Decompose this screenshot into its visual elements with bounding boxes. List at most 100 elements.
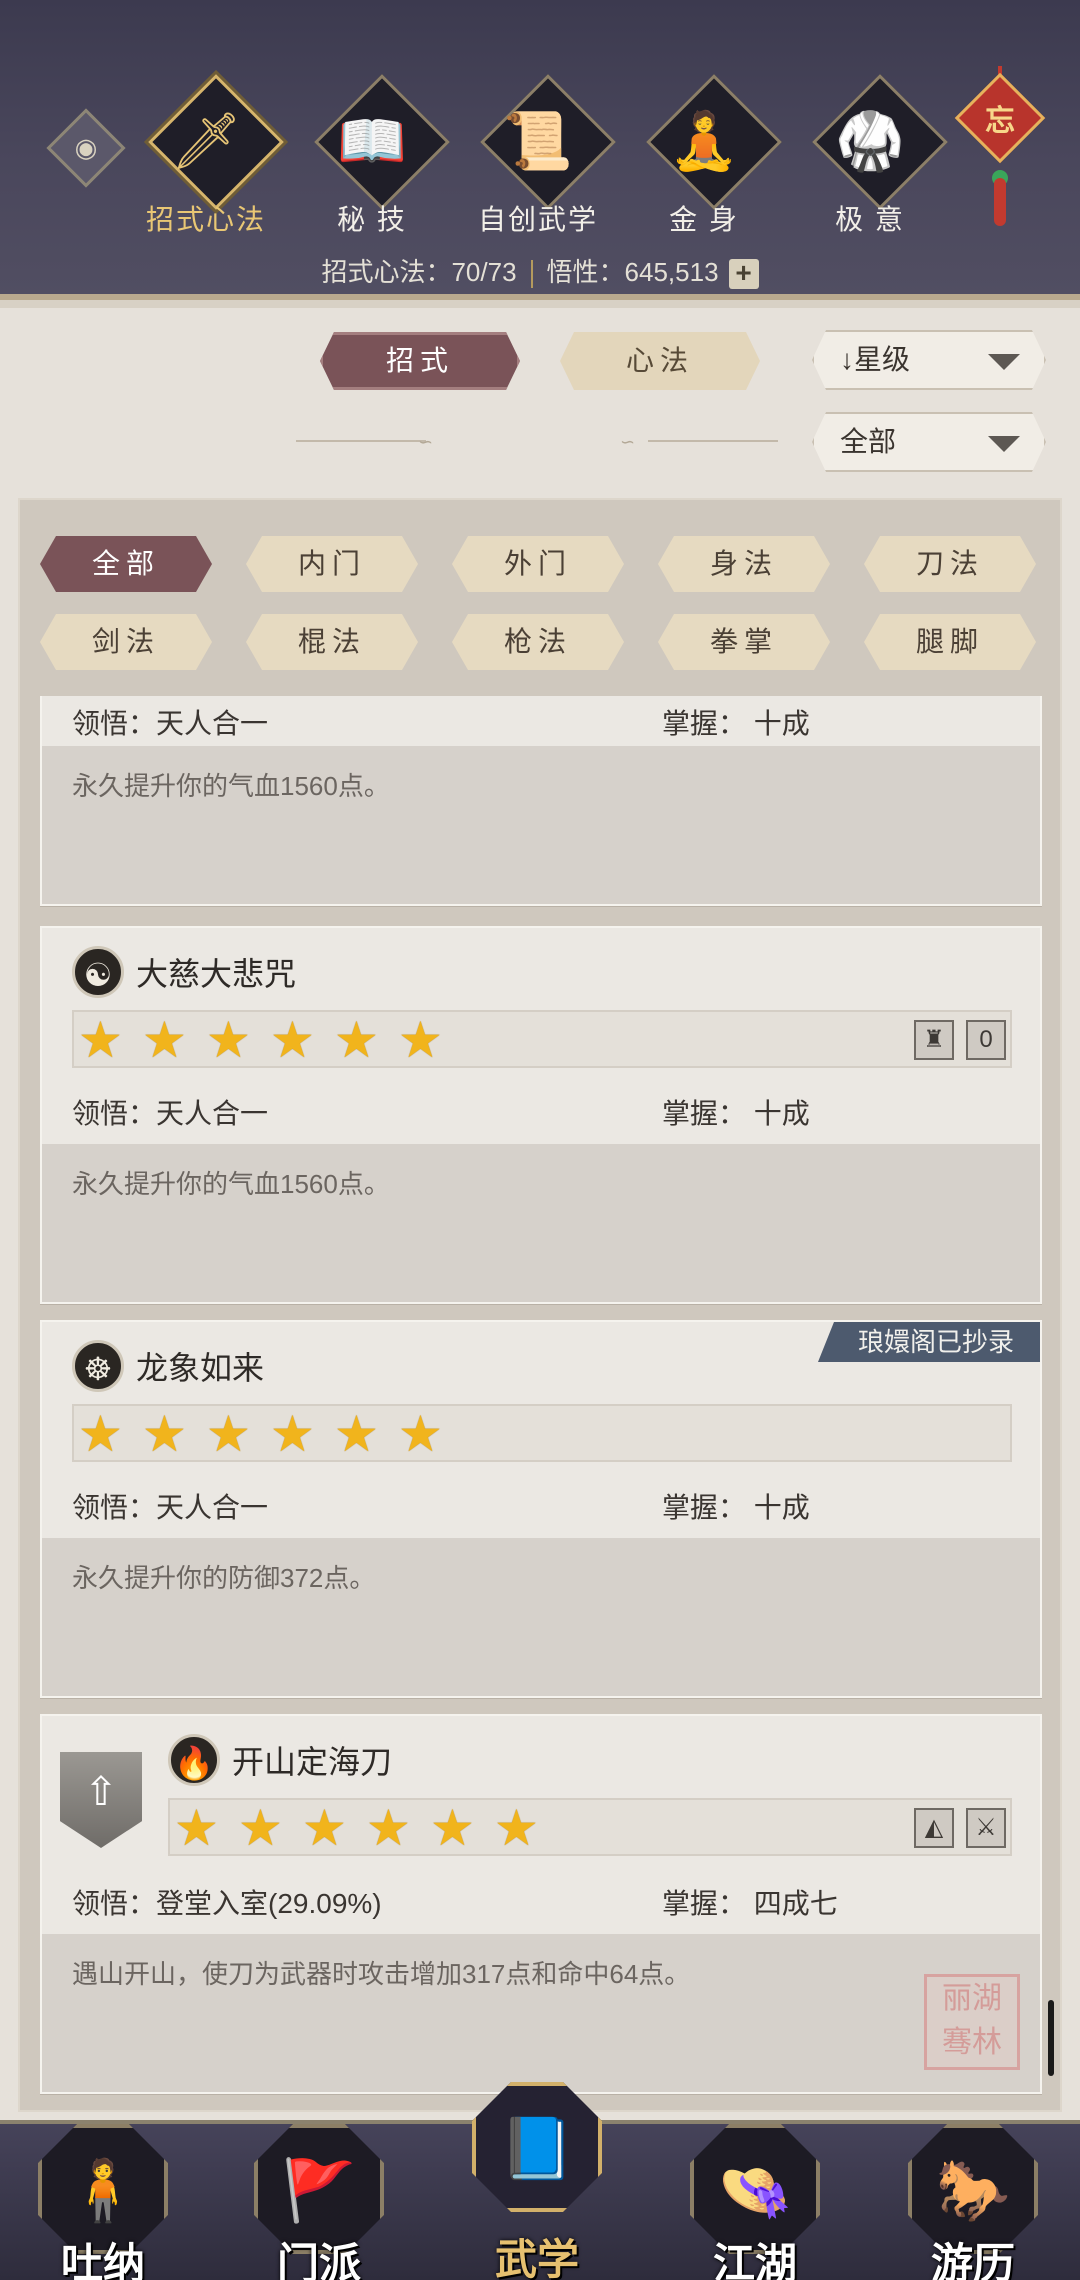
star-icon: ★ bbox=[398, 1012, 443, 1068]
chevron-down-icon bbox=[988, 354, 1020, 370]
taiji-icon: ☯ bbox=[72, 946, 124, 998]
nav-menpai[interactable]: 🚩 门派 bbox=[244, 2124, 394, 2280]
skill-title: 🔥 开山定海刀 bbox=[168, 1734, 392, 1786]
sort-down-arrow-icon: ↓ bbox=[840, 344, 854, 375]
stats-line: 招式心法：70/73 悟性：645,513 + bbox=[0, 252, 1080, 290]
skill-description: 遇山开山，使刀为武器时攻击增加317点和命中64点。 bbox=[72, 1959, 691, 1989]
xinfa-toggle-button[interactable]: 心法 bbox=[560, 332, 760, 390]
top-header: ◉ 🗡 招式心法 📖 秘 技 📜 自创武学 🧘 金 身 🥋 极 意 忘 招式心法… bbox=[0, 0, 1080, 308]
mountain-type-icon: ◭ bbox=[914, 1808, 954, 1848]
nav-wuxue[interactable]: 📘 武学 bbox=[462, 2082, 612, 2280]
nav-label: 江湖 bbox=[712, 2239, 797, 2280]
divider bbox=[648, 440, 778, 442]
star-icon: ★ bbox=[238, 1800, 283, 1856]
blade-type-icon: ⚔ bbox=[966, 1808, 1006, 1848]
category-select[interactable]: 全部 bbox=[812, 412, 1046, 472]
nav-tuna[interactable]: 🧍 吐纳 bbox=[28, 2124, 178, 2280]
filter-shenfa[interactable]: 身法 bbox=[658, 536, 830, 592]
scrollbar[interactable] bbox=[1048, 2000, 1054, 2076]
eye-toggle-button[interactable]: ◉ bbox=[46, 108, 126, 188]
tab-label: 自创武学 bbox=[477, 204, 598, 235]
star-icon: ★ bbox=[142, 1406, 187, 1462]
filter-neimen[interactable]: 内门 bbox=[246, 536, 418, 592]
zhangwo-label: 掌握： 四成七 bbox=[662, 1888, 838, 1919]
tab-jiyi[interactable]: 🥋 极 意 bbox=[800, 74, 948, 236]
upgrade-arrow-icon[interactable]: ⇧ bbox=[60, 1752, 142, 1848]
star-icon: ★ bbox=[302, 1800, 347, 1856]
divider bbox=[296, 440, 426, 442]
filter-bar: 全部 内门 外门 身法 刀法 剑法 棍法 枪法 拳掌 腿脚 bbox=[20, 500, 1060, 690]
nav-jianghu[interactable]: 👒 江湖 bbox=[680, 2124, 830, 2280]
sword-icon: 🗡 bbox=[170, 109, 242, 172]
skill-description: 永久提升你的气血1560点。 bbox=[72, 1169, 390, 1199]
star-rating: ◭ ⚔ ★ ★ ★ ★ ★ ★ bbox=[168, 1798, 1012, 1856]
neigong-type-icon: ♜ bbox=[914, 1020, 954, 1060]
tab-zichuang-wuxue[interactable]: 📜 自创武学 bbox=[468, 74, 616, 236]
book-icon: 📖 bbox=[337, 109, 407, 172]
filter-tuijiao[interactable]: 腿脚 bbox=[864, 614, 1036, 670]
skill-card[interactable]: ⇧ 🔥 开山定海刀 ◭ ⚔ ★ ★ ★ ★ ★ ★ 领悟：登堂入室(29.09%) 掌握：… bbox=[40, 1714, 1042, 2094]
filter-jianfa[interactable]: 剑法 bbox=[40, 614, 212, 670]
skill-description: 永久提升你的防御372点。 bbox=[72, 1563, 376, 1593]
sort-label: 星级 bbox=[854, 344, 911, 375]
dharma-wheel-icon: ☸ bbox=[72, 1340, 124, 1392]
eye-icon: ◉ bbox=[74, 132, 98, 163]
star-icon: ★ bbox=[270, 1406, 315, 1462]
tab-label: 秘 技 bbox=[337, 204, 407, 235]
lingwu-label: 领悟：天人合一 bbox=[72, 1098, 269, 1129]
lingwu-label: 领悟：天人合一 bbox=[72, 708, 269, 739]
skill-card[interactable]: 领悟：天人合一 掌握： 十成 永久提升你的气血1560点。 bbox=[40, 696, 1042, 906]
chevron-down-icon bbox=[988, 436, 1020, 452]
zhaoshi-count: 招式心法：70/73 bbox=[321, 257, 517, 287]
bottom-nav: 🧍 吐纳 🚩 门派 📘 武学 👒 江湖 🐎 游历 bbox=[0, 2082, 1080, 2280]
skill-name: 大慈大悲咒 bbox=[136, 956, 297, 992]
chinese-knot-button[interactable]: 忘 bbox=[954, 72, 1046, 164]
filter-gunfa[interactable]: 棍法 bbox=[246, 614, 418, 670]
star-icon: ★ bbox=[142, 1012, 187, 1068]
filter-daofa[interactable]: 刀法 bbox=[864, 536, 1036, 592]
zhangwo-label: 掌握： 十成 bbox=[662, 1492, 810, 1523]
manual-icon: 📘 bbox=[472, 2082, 602, 2212]
skill-card[interactable]: 琅嬛阁已抄录 ☸ 龙象如来 ★ ★ ★ ★ ★ ★ 领悟：天人合一 掌握： 十成 永久提升… bbox=[40, 1320, 1042, 1698]
tassel-icon bbox=[994, 178, 1006, 226]
sort-select[interactable]: ↓星级 bbox=[812, 330, 1046, 390]
star-icon: ★ bbox=[334, 1012, 379, 1068]
skill-list-panel: 全部 内门 外门 身法 刀法 剑法 棍法 枪法 拳掌 腿脚 领悟：天人合一 掌握… bbox=[18, 498, 1062, 2112]
skill-list[interactable]: 领悟：天人合一 掌握： 十成 永久提升你的气血1560点。 ☯ 大慈大悲咒 ♜ … bbox=[20, 696, 1060, 2110]
tab-zhaoshi-xinfa[interactable]: 🗡 招式心法 bbox=[136, 74, 284, 236]
filter-qiangfa[interactable]: 枪法 bbox=[452, 614, 624, 670]
star-icon: ★ bbox=[494, 1800, 539, 1856]
filter-all[interactable]: 全部 bbox=[40, 536, 212, 592]
zhangwo-label: 掌握： 十成 bbox=[662, 708, 810, 739]
star-rating: ★ ★ ★ ★ ★ ★ bbox=[72, 1404, 1012, 1462]
lingwu-label: 领悟：登堂入室(29.09%) bbox=[72, 1888, 382, 1919]
tab-miji[interactable]: 📖 秘 技 bbox=[302, 74, 450, 236]
filter-waimen[interactable]: 外门 bbox=[452, 536, 624, 592]
scroll-icon: 📜 bbox=[503, 109, 573, 172]
zhaoshi-toggle-button[interactable]: 招式 bbox=[320, 332, 520, 390]
filter-quanzhang[interactable]: 拳掌 bbox=[658, 614, 830, 670]
star-icon: ★ bbox=[430, 1800, 475, 1856]
star-icon: ★ bbox=[270, 1012, 315, 1068]
nav-label: 武学 bbox=[494, 2235, 579, 2280]
martial-pose-icon: 🥋 bbox=[835, 109, 905, 172]
zhangwo-label: 掌握： 十成 bbox=[662, 1098, 810, 1129]
add-wuxing-button[interactable]: + bbox=[728, 259, 759, 290]
skill-name: 开山定海刀 bbox=[232, 1744, 393, 1780]
red-seal-stamp: 丽湖 骞林 bbox=[924, 1974, 1020, 2070]
skill-card[interactable]: ☯ 大慈大悲咒 ♜ 0 ★ ★ ★ ★ ★ ★ 领悟：天人合一 掌握： 十成 永久提升你的… bbox=[40, 926, 1042, 1304]
tab-label: 金 身 bbox=[669, 204, 739, 235]
star-icon: ★ bbox=[334, 1406, 379, 1462]
meditation-icon: 🧘 bbox=[669, 109, 739, 172]
blade-fire-icon: 🔥 bbox=[168, 1734, 220, 1786]
skill-description: 永久提升你的气血1560点。 bbox=[72, 771, 390, 801]
nav-youli[interactable]: 🐎 游历 bbox=[898, 2124, 1048, 2280]
lingwu-label: 领悟：天人合一 bbox=[72, 1492, 269, 1523]
skill-name: 龙象如来 bbox=[136, 1350, 265, 1386]
nav-label: 吐纳 bbox=[60, 2239, 145, 2280]
tab-jinshen[interactable]: 🧘 金 身 bbox=[634, 74, 782, 236]
star-icon: ★ bbox=[206, 1012, 251, 1068]
nav-label: 游历 bbox=[930, 2239, 1015, 2280]
wuxing-value: 悟性：645,513 bbox=[546, 257, 719, 287]
star-icon: ★ bbox=[78, 1406, 123, 1462]
